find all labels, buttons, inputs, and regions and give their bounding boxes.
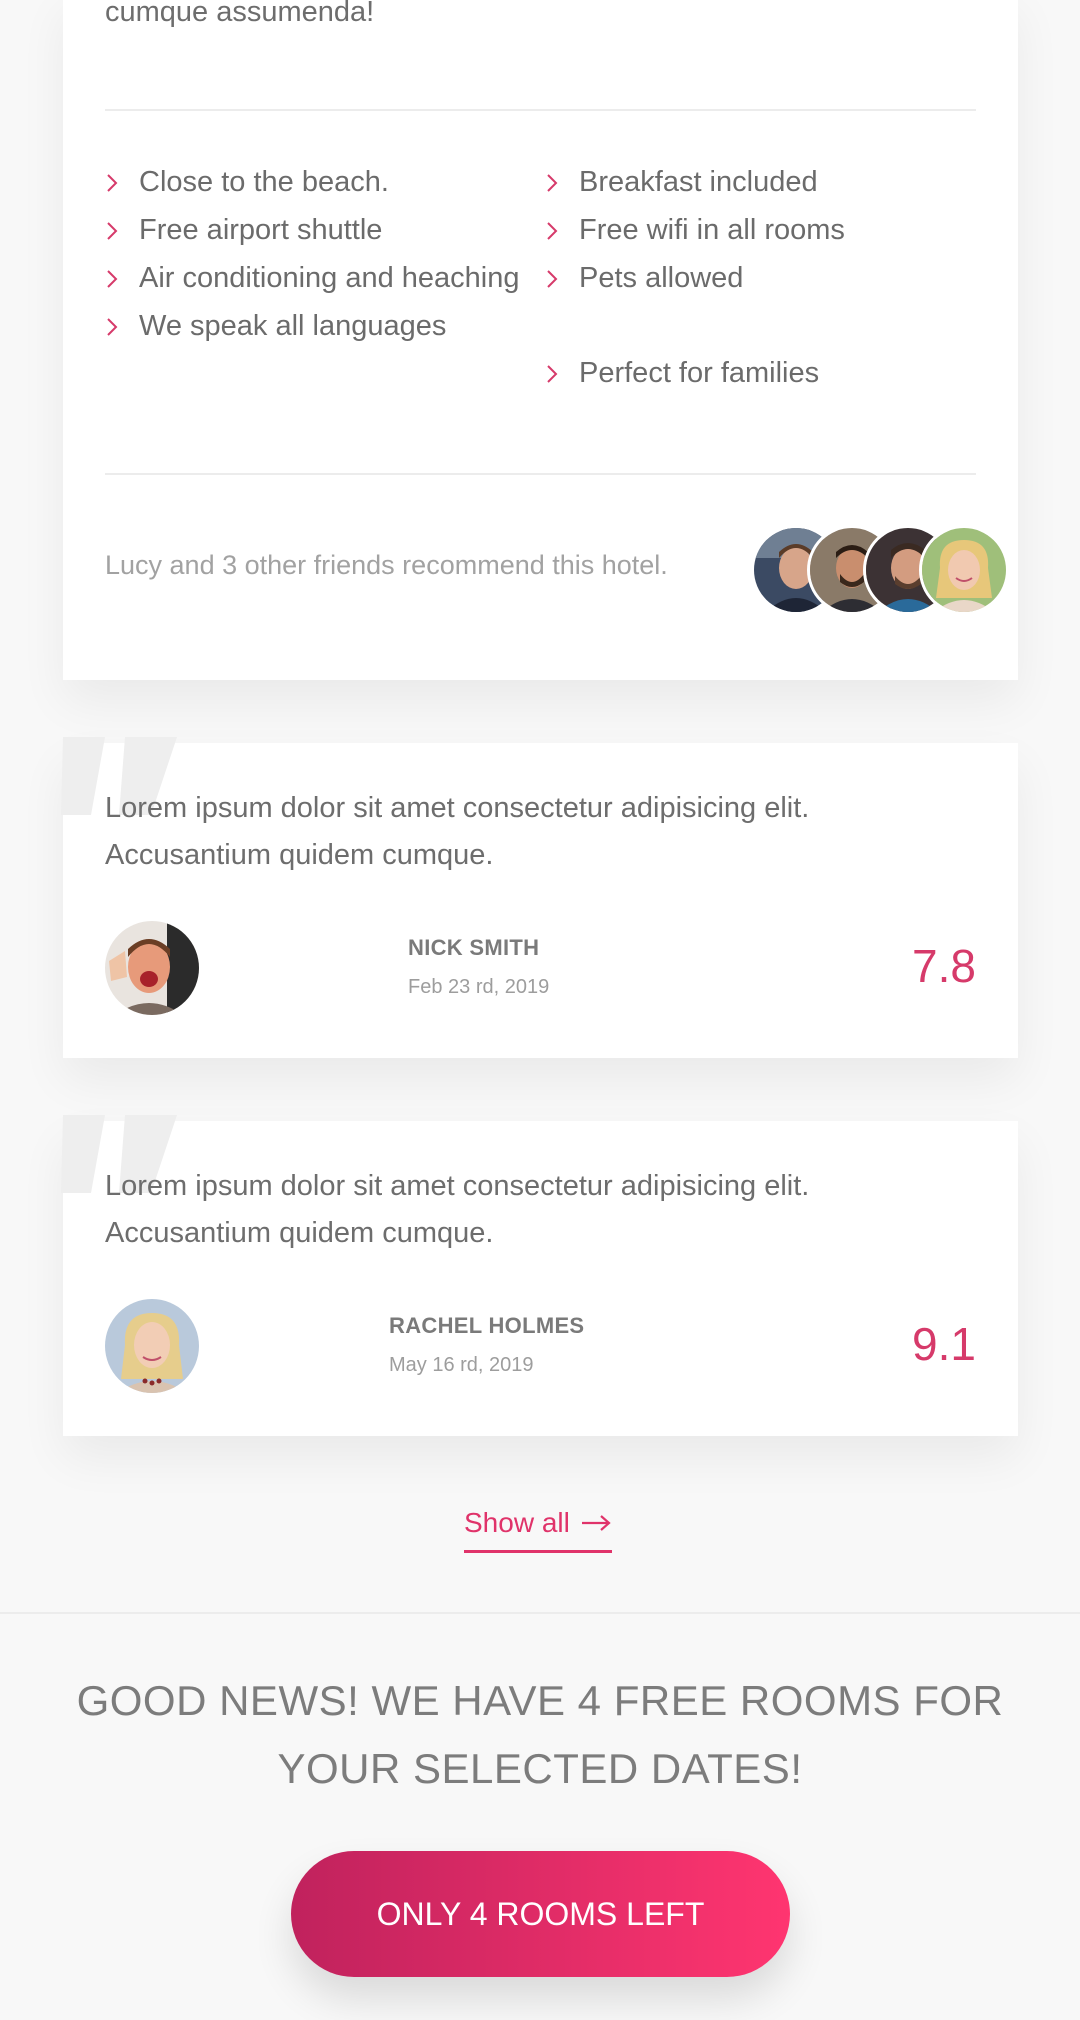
friends-recommend-text: Lucy and 3 other friends recommend this … <box>105 550 668 580</box>
review-text: Lorem ipsum dolor sit amet consectetur a… <box>105 792 810 871</box>
review-card: Lorem ipsum dolor sit amet consectetur a… <box>61 737 1018 1058</box>
feature-item: Perfect for families <box>545 349 985 397</box>
review-date: May 16 rd, 2019 <box>389 1354 534 1376</box>
feature-item: Breakfast included <box>545 158 985 206</box>
chevron-right-icon <box>105 302 139 349</box>
feature-label: Pets allowed <box>579 262 744 294</box>
arrow-right-icon <box>581 1515 611 1531</box>
review-score: 9.1 <box>912 1318 976 1370</box>
chevron-right-icon <box>105 254 139 301</box>
book-now-button[interactable]: ONLY 4 ROOMS LEFT <box>291 1851 790 1977</box>
reviewer-name: RACHEL HOLMES <box>389 1313 585 1338</box>
review-card: Lorem ipsum dolor sit amet consectetur a… <box>61 1115 1018 1436</box>
reviewer-avatar <box>105 1299 199 1393</box>
hotel-description-text: cumque assumenda! <box>105 0 375 28</box>
divider <box>105 473 976 475</box>
show-all-label: Show all <box>464 1507 570 1538</box>
features-column-right: Breakfast included Free wifi in all room… <box>545 158 985 397</box>
feature-label: Free wifi in all rooms <box>579 214 845 246</box>
section-divider <box>0 1612 1080 1614</box>
chevron-right-icon <box>105 206 139 253</box>
chevron-right-icon <box>545 206 579 253</box>
divider <box>105 109 976 111</box>
feature-label: Perfect for families <box>579 357 820 389</box>
feature-item: Pets allowed <box>545 254 985 302</box>
feature-item: Air conditioning and heaching <box>105 254 525 302</box>
feature-label: Free airport shuttle <box>139 214 383 246</box>
chevron-right-icon <box>545 254 579 301</box>
review-text: Lorem ipsum dolor sit amet consectetur a… <box>105 1170 810 1249</box>
feature-item: We speak all languages <box>105 302 525 350</box>
feature-label: Air conditioning and heaching <box>139 262 520 294</box>
feature-label: Breakfast included <box>579 166 818 198</box>
chevron-right-icon <box>105 158 139 205</box>
features-list: Close to the beach. Free airport shuttle… <box>105 158 985 397</box>
friend-avatar[interactable] <box>919 525 1009 615</box>
features-column-left: Close to the beach. Free airport shuttle… <box>105 158 525 397</box>
availability-heading: GOOD NEWS! WE HAVE 4 FREE ROOMS FOR YOUR… <box>76 1677 1004 1792</box>
feature-item: Close to the beach. <box>105 158 525 206</box>
reviewer-name: NICK SMITH <box>408 935 540 960</box>
feature-item: Free wifi in all rooms <box>545 206 985 254</box>
feature-item: Free airport shuttle <box>105 206 525 254</box>
review-score: 7.8 <box>912 940 976 992</box>
feature-label: We speak all languages <box>139 310 447 342</box>
chevron-right-icon <box>545 349 579 396</box>
reviewer-avatar <box>105 921 199 1015</box>
hotel-details-card: cumque assumenda! Close to the beach. Fr… <box>63 0 1018 680</box>
review-date: Feb 23 rd, 2019 <box>408 976 550 998</box>
friends-avatars[interactable] <box>751 525 1051 615</box>
feature-label: Close to the beach. <box>139 166 389 198</box>
show-all-link[interactable]: Show all <box>464 1498 612 1553</box>
chevron-right-icon <box>545 158 579 205</box>
